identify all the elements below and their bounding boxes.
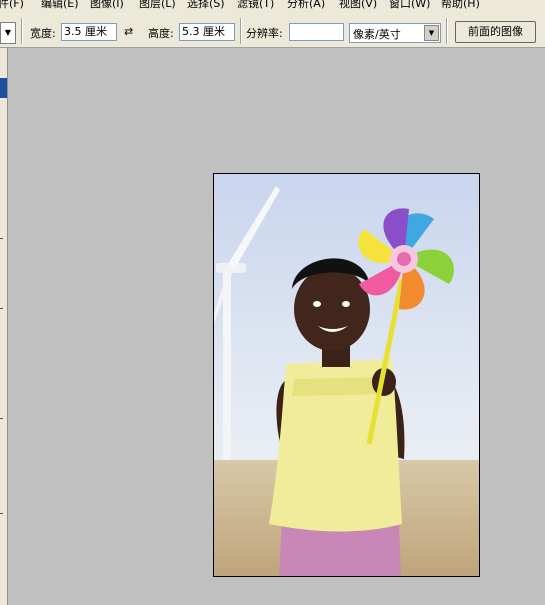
menu-view[interactable]: 视图(V) <box>339 0 377 11</box>
chevron-down-icon: ▼ <box>4 28 12 37</box>
toolbar-separator <box>21 18 23 44</box>
menu-layer[interactable]: 图层(L) <box>139 0 176 11</box>
panel-title-strip <box>0 78 7 98</box>
height-label: 高度: <box>148 27 174 40</box>
menu-edit[interactable]: 编辑(E) <box>41 0 79 11</box>
front-image-button[interactable]: 前面的图像 <box>455 21 536 43</box>
ruler-tick <box>0 238 3 239</box>
toolbar-separator <box>446 18 448 44</box>
width-label: 宽度: <box>30 27 56 40</box>
resolution-label: 分辨率: <box>246 27 283 40</box>
swap-dimensions-icon[interactable]: ⇄ <box>124 25 133 38</box>
ruler-tick <box>0 418 3 419</box>
height-input[interactable]: 5.3 厘米 <box>179 23 235 41</box>
document-image[interactable] <box>213 173 480 577</box>
menu-bar: 件(F) 编辑(E) 图像(I) 图层(L) 选择(S) 滤镜(T) 分析(A)… <box>0 0 545 13</box>
tool-preset-dropdown[interactable]: ▼ <box>0 22 16 44</box>
menu-image[interactable]: 图像(I) <box>90 0 124 11</box>
toolbar-separator <box>240 18 242 44</box>
tools-panel-edge <box>0 48 8 605</box>
resolution-input[interactable] <box>289 23 344 41</box>
resolution-unit-value: 像素/英寸 <box>353 28 401 41</box>
menu-select[interactable]: 选择(S) <box>187 0 225 11</box>
options-toolbar: ▼ 宽度: 3.5 厘米 ⇄ 高度: 5.3 厘米 分辨率: 像素/英寸 ▼ 前… <box>0 13 545 48</box>
width-input[interactable]: 3.5 厘米 <box>61 23 117 41</box>
menu-filter[interactable]: 滤镜(T) <box>237 0 274 11</box>
menu-window[interactable]: 窗口(W) <box>389 0 430 11</box>
menu-help[interactable]: 帮助(H) <box>441 0 480 11</box>
chevron-down-icon[interactable]: ▼ <box>424 25 439 41</box>
resolution-unit-select[interactable]: 像素/英寸 ▼ <box>349 23 441 43</box>
menu-analysis[interactable]: 分析(A) <box>287 0 325 11</box>
photo-of-child-with-pinwheel-icon <box>214 174 479 576</box>
ruler-tick <box>0 308 3 309</box>
ruler-tick <box>0 513 3 514</box>
menu-file[interactable]: 件(F) <box>0 0 24 11</box>
